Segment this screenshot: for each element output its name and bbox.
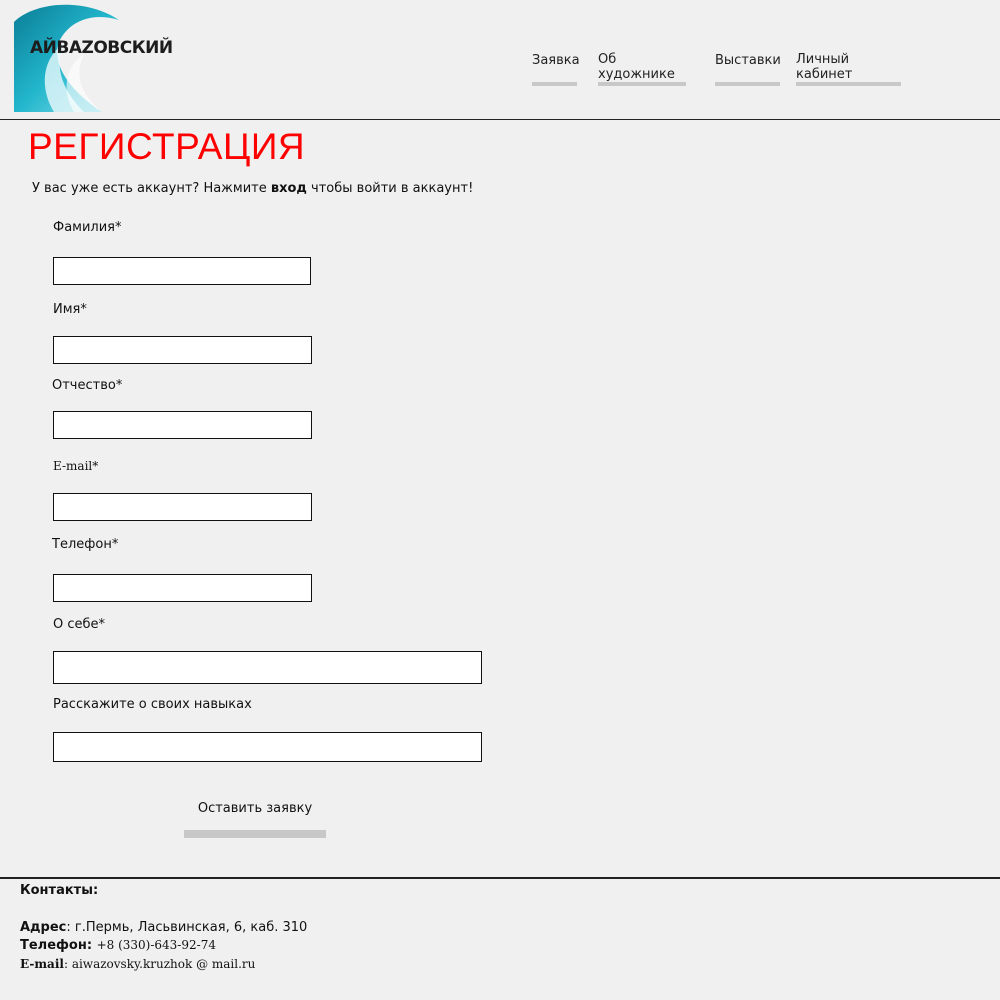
- about-field[interactable]: [53, 651, 482, 684]
- nav-item-label[interactable]: Об художнике: [598, 52, 675, 82]
- nav-underline: [715, 82, 780, 86]
- patronymic-field[interactable]: [53, 411, 312, 439]
- phone-label: Телефон*: [52, 537, 119, 552]
- contacts-heading: Контакты:: [20, 883, 98, 898]
- login-hint-text-end: чтобы войти в аккаунт!: [306, 181, 474, 196]
- about-label: О себе*: [53, 617, 106, 632]
- submit-button[interactable]: Оставить заявку: [184, 801, 326, 816]
- page-title: РЕГИСТРАЦИЯ: [28, 126, 306, 167]
- email-field[interactable]: [53, 493, 312, 521]
- nav-item-personal-cabinet[interactable]: Личный кабинет: [796, 52, 901, 86]
- email-label: E-mail*: [53, 459, 99, 473]
- address-label: Адрес: [20, 920, 67, 935]
- nav-item-label[interactable]: Личный кабинет: [796, 52, 852, 82]
- footer-divider: [0, 877, 1000, 879]
- skills-field[interactable]: [53, 732, 482, 762]
- surname-field[interactable]: [53, 257, 311, 285]
- login-link[interactable]: вход: [271, 181, 307, 196]
- submit-button-underline[interactable]: [184, 830, 326, 838]
- nav-item-about-artist[interactable]: Об художнике: [598, 52, 686, 86]
- patronymic-label: Отчество*: [52, 378, 123, 393]
- footer-email: E-mail: aiwazovsky.kruzhok @ mail.ru: [20, 957, 256, 971]
- first-name-label: Имя*: [53, 302, 87, 317]
- phone-label-footer: Телефон: [20, 938, 87, 953]
- footer-phone: Телефон: +8 (330)-643-92-74: [20, 938, 216, 953]
- logo-text[interactable]: АЙВАZОВСКИЙ: [30, 38, 173, 58]
- nav-item-exhibitions[interactable]: Выставки: [715, 53, 781, 86]
- skills-label: Расскажите о своих навыках: [53, 697, 252, 712]
- login-hint: У вас уже есть аккаунт? Нажмите вход что…: [32, 181, 473, 196]
- nav-underline: [796, 82, 901, 86]
- header-divider: [0, 119, 1000, 120]
- footer-address: Адрес: г.Пермь, Ласьвинская, 6, каб. 310: [20, 920, 307, 935]
- surname-label: Фамилия*: [53, 220, 122, 235]
- email-label-footer: E-mail: [20, 957, 64, 971]
- phone-field[interactable]: [53, 574, 312, 602]
- nav-item-zayavka[interactable]: Заявка: [532, 53, 580, 86]
- contacts-heading-text: Контакты:: [20, 883, 99, 898]
- nav-item-label[interactable]: Выставки: [715, 53, 781, 68]
- nav-underline: [598, 82, 686, 86]
- nav-item-label[interactable]: Заявка: [532, 53, 580, 68]
- login-hint-text: У вас уже есть аккаунт? Нажмите: [32, 181, 271, 196]
- first-name-field[interactable]: [53, 336, 312, 364]
- nav-underline: [532, 82, 577, 86]
- email-value: aiwazovsky.kruzhok @ mail.ru: [71, 957, 256, 971]
- phone-value: +8 (330)-643-92-74: [96, 938, 216, 952]
- address-value: : г.Пермь, Ласьвинская, 6, каб. 310: [66, 920, 308, 935]
